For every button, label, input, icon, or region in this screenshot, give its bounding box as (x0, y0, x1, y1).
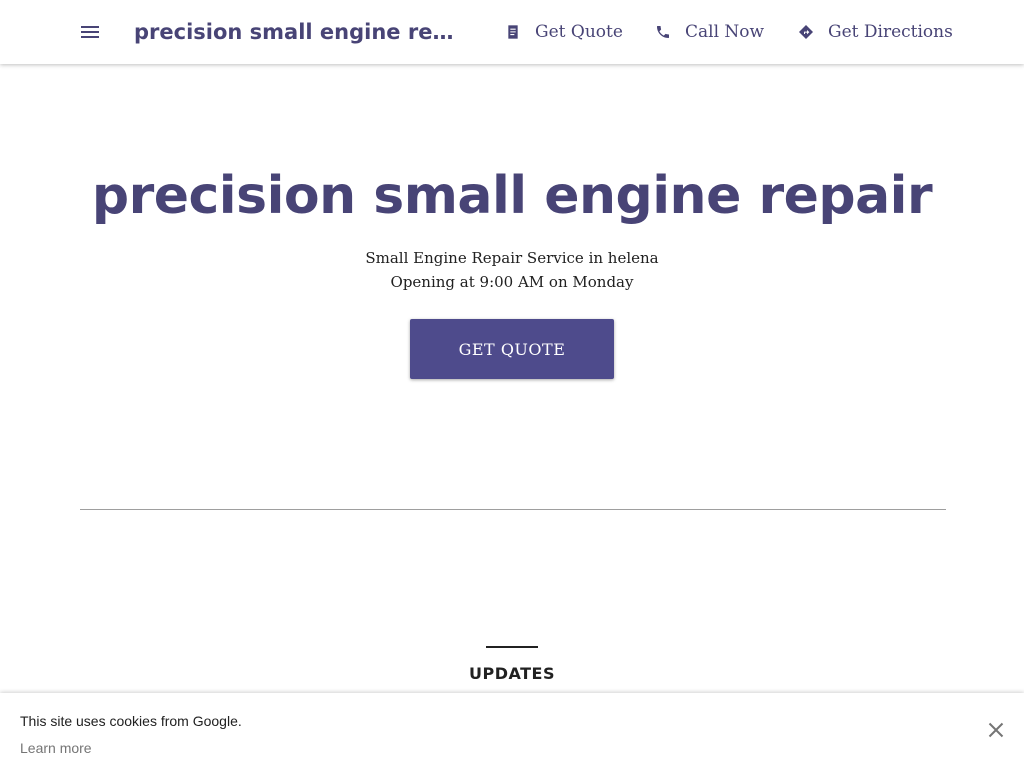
get-quote-button[interactable]: GET QUOTE (410, 319, 614, 379)
get-quote-label: Get Quote (535, 22, 623, 42)
get-quote-link[interactable]: Get Quote (505, 18, 623, 46)
call-now-label: Call Now (685, 22, 765, 42)
site-title[interactable]: precision small engine rep... (134, 17, 464, 47)
call-now-link[interactable]: Call Now (655, 18, 764, 46)
get-directions-label: Get Directions (828, 22, 953, 42)
close-icon[interactable] (984, 718, 1008, 742)
phone-icon (657, 26, 669, 38)
hero-subtitle: Small Engine Repair Service in helena (365, 249, 659, 267)
directions-icon (799, 25, 813, 39)
learn-more-link[interactable]: Learn more (20, 740, 92, 756)
top-app-bar: precision small engine rep... Get Quote … (0, 0, 1024, 64)
updates-accent-line (486, 646, 538, 648)
hero-title: precision small engine repair (91, 166, 933, 226)
quote-document-icon (508, 25, 518, 39)
hamburger-menu-icon[interactable] (78, 20, 102, 44)
opening-hours: Opening at 9:00 AM on Monday (390, 273, 634, 291)
updates-heading: UPDATES (468, 664, 555, 683)
get-directions-link[interactable]: Get Directions (798, 18, 953, 46)
cookie-banner: This site uses cookies from Google. Lear… (0, 693, 1024, 768)
section-divider (80, 509, 946, 510)
cookie-message: This site uses cookies from Google. (20, 713, 242, 729)
